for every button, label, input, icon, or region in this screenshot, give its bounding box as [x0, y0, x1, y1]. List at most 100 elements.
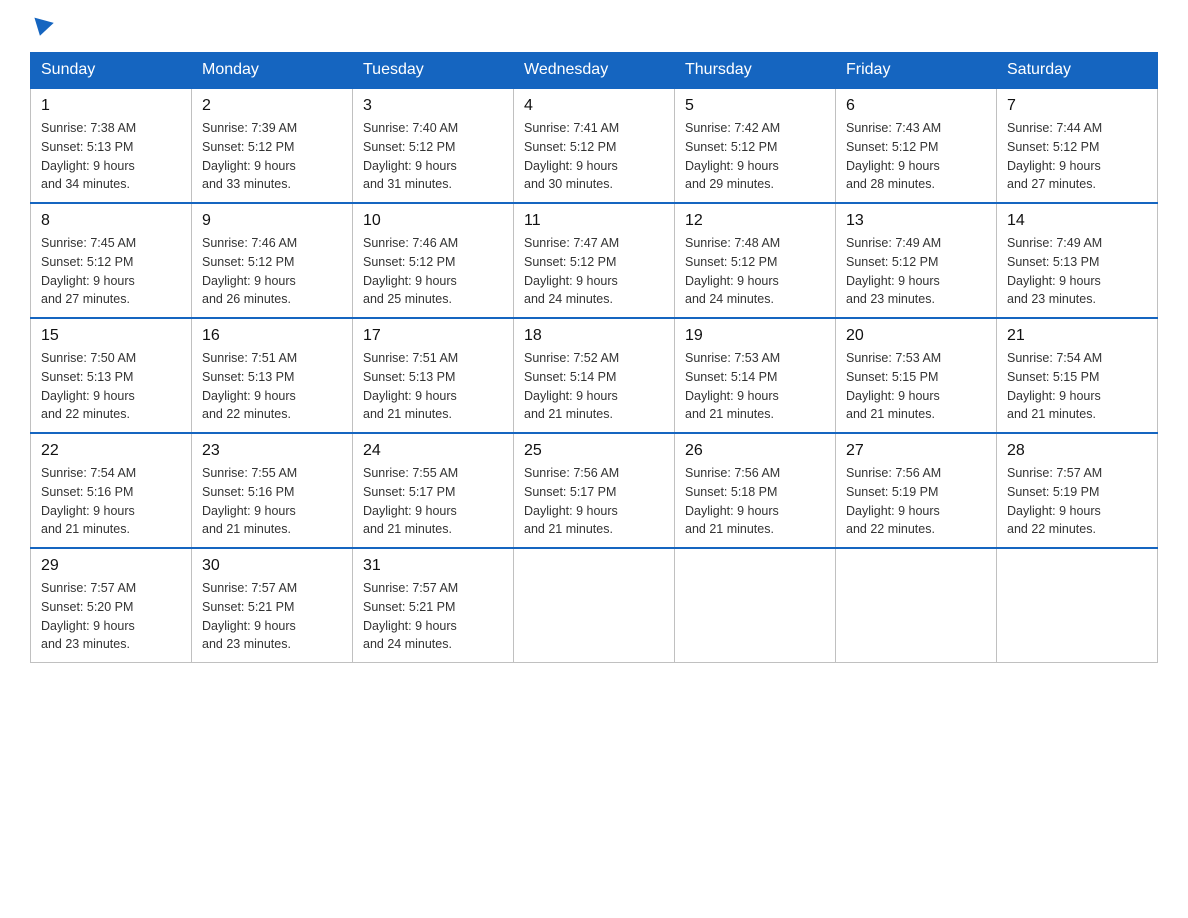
day-number: 10: [363, 212, 503, 230]
day-number: 20: [846, 327, 986, 345]
day-info: Sunrise: 7:55 AMSunset: 5:16 PMDaylight:…: [202, 464, 342, 539]
calendar-week-row: 22 Sunrise: 7:54 AMSunset: 5:16 PMDaylig…: [31, 433, 1158, 548]
calendar-day-cell: 24 Sunrise: 7:55 AMSunset: 5:17 PMDaylig…: [353, 433, 514, 548]
day-info: Sunrise: 7:51 AMSunset: 5:13 PMDaylight:…: [202, 349, 342, 424]
calendar-header-friday: Friday: [836, 53, 997, 89]
calendar-day-cell: 19 Sunrise: 7:53 AMSunset: 5:14 PMDaylig…: [675, 318, 836, 433]
day-number: 17: [363, 327, 503, 345]
day-info: Sunrise: 7:43 AMSunset: 5:12 PMDaylight:…: [846, 119, 986, 194]
page-header: [30, 20, 1158, 34]
day-number: 28: [1007, 442, 1147, 460]
calendar-day-cell: 15 Sunrise: 7:50 AMSunset: 5:13 PMDaylig…: [31, 318, 192, 433]
calendar-day-cell: 8 Sunrise: 7:45 AMSunset: 5:12 PMDayligh…: [31, 203, 192, 318]
day-info: Sunrise: 7:49 AMSunset: 5:12 PMDaylight:…: [846, 234, 986, 309]
day-number: 23: [202, 442, 342, 460]
calendar-day-cell: 1 Sunrise: 7:38 AMSunset: 5:13 PMDayligh…: [31, 88, 192, 203]
day-number: 14: [1007, 212, 1147, 230]
day-info: Sunrise: 7:56 AMSunset: 5:18 PMDaylight:…: [685, 464, 825, 539]
calendar-header-thursday: Thursday: [675, 53, 836, 89]
calendar-header-tuesday: Tuesday: [353, 53, 514, 89]
day-number: 18: [524, 327, 664, 345]
day-info: Sunrise: 7:46 AMSunset: 5:12 PMDaylight:…: [363, 234, 503, 309]
day-number: 19: [685, 327, 825, 345]
day-info: Sunrise: 7:52 AMSunset: 5:14 PMDaylight:…: [524, 349, 664, 424]
calendar-empty-cell: [997, 548, 1158, 663]
calendar-empty-cell: [836, 548, 997, 663]
day-info: Sunrise: 7:57 AMSunset: 5:21 PMDaylight:…: [363, 579, 503, 654]
calendar-day-cell: 29 Sunrise: 7:57 AMSunset: 5:20 PMDaylig…: [31, 548, 192, 663]
day-number: 13: [846, 212, 986, 230]
day-number: 2: [202, 97, 342, 115]
day-info: Sunrise: 7:57 AMSunset: 5:20 PMDaylight:…: [41, 579, 181, 654]
logo: [30, 20, 52, 34]
calendar-day-cell: 2 Sunrise: 7:39 AMSunset: 5:12 PMDayligh…: [192, 88, 353, 203]
calendar-day-cell: 4 Sunrise: 7:41 AMSunset: 5:12 PMDayligh…: [514, 88, 675, 203]
calendar-day-cell: 31 Sunrise: 7:57 AMSunset: 5:21 PMDaylig…: [353, 548, 514, 663]
calendar-day-cell: 3 Sunrise: 7:40 AMSunset: 5:12 PMDayligh…: [353, 88, 514, 203]
day-info: Sunrise: 7:57 AMSunset: 5:21 PMDaylight:…: [202, 579, 342, 654]
calendar-week-row: 15 Sunrise: 7:50 AMSunset: 5:13 PMDaylig…: [31, 318, 1158, 433]
calendar-day-cell: 28 Sunrise: 7:57 AMSunset: 5:19 PMDaylig…: [997, 433, 1158, 548]
day-number: 8: [41, 212, 181, 230]
calendar-header-sunday: Sunday: [31, 53, 192, 89]
calendar-day-cell: 12 Sunrise: 7:48 AMSunset: 5:12 PMDaylig…: [675, 203, 836, 318]
day-info: Sunrise: 7:46 AMSunset: 5:12 PMDaylight:…: [202, 234, 342, 309]
calendar-table: SundayMondayTuesdayWednesdayThursdayFrid…: [30, 52, 1158, 663]
calendar-day-cell: 23 Sunrise: 7:55 AMSunset: 5:16 PMDaylig…: [192, 433, 353, 548]
calendar-day-cell: 27 Sunrise: 7:56 AMSunset: 5:19 PMDaylig…: [836, 433, 997, 548]
calendar-header-saturday: Saturday: [997, 53, 1158, 89]
calendar-day-cell: 25 Sunrise: 7:56 AMSunset: 5:17 PMDaylig…: [514, 433, 675, 548]
calendar-day-cell: 7 Sunrise: 7:44 AMSunset: 5:12 PMDayligh…: [997, 88, 1158, 203]
day-number: 9: [202, 212, 342, 230]
day-number: 5: [685, 97, 825, 115]
day-info: Sunrise: 7:54 AMSunset: 5:16 PMDaylight:…: [41, 464, 181, 539]
calendar-day-cell: 22 Sunrise: 7:54 AMSunset: 5:16 PMDaylig…: [31, 433, 192, 548]
calendar-day-cell: 26 Sunrise: 7:56 AMSunset: 5:18 PMDaylig…: [675, 433, 836, 548]
calendar-day-cell: 30 Sunrise: 7:57 AMSunset: 5:21 PMDaylig…: [192, 548, 353, 663]
calendar-day-cell: 5 Sunrise: 7:42 AMSunset: 5:12 PMDayligh…: [675, 88, 836, 203]
day-info: Sunrise: 7:41 AMSunset: 5:12 PMDaylight:…: [524, 119, 664, 194]
day-number: 26: [685, 442, 825, 460]
day-info: Sunrise: 7:51 AMSunset: 5:13 PMDaylight:…: [363, 349, 503, 424]
day-info: Sunrise: 7:45 AMSunset: 5:12 PMDaylight:…: [41, 234, 181, 309]
day-number: 12: [685, 212, 825, 230]
day-number: 7: [1007, 97, 1147, 115]
day-number: 30: [202, 557, 342, 575]
calendar-day-cell: 20 Sunrise: 7:53 AMSunset: 5:15 PMDaylig…: [836, 318, 997, 433]
day-number: 11: [524, 212, 664, 230]
calendar-header-monday: Monday: [192, 53, 353, 89]
calendar-empty-cell: [675, 548, 836, 663]
calendar-day-cell: 16 Sunrise: 7:51 AMSunset: 5:13 PMDaylig…: [192, 318, 353, 433]
day-info: Sunrise: 7:53 AMSunset: 5:15 PMDaylight:…: [846, 349, 986, 424]
calendar-empty-cell: [514, 548, 675, 663]
day-info: Sunrise: 7:48 AMSunset: 5:12 PMDaylight:…: [685, 234, 825, 309]
day-number: 3: [363, 97, 503, 115]
day-info: Sunrise: 7:47 AMSunset: 5:12 PMDaylight:…: [524, 234, 664, 309]
day-number: 16: [202, 327, 342, 345]
day-info: Sunrise: 7:38 AMSunset: 5:13 PMDaylight:…: [41, 119, 181, 194]
calendar-week-row: 29 Sunrise: 7:57 AMSunset: 5:20 PMDaylig…: [31, 548, 1158, 663]
calendar-day-cell: 9 Sunrise: 7:46 AMSunset: 5:12 PMDayligh…: [192, 203, 353, 318]
day-info: Sunrise: 7:56 AMSunset: 5:19 PMDaylight:…: [846, 464, 986, 539]
calendar-week-row: 8 Sunrise: 7:45 AMSunset: 5:12 PMDayligh…: [31, 203, 1158, 318]
day-info: Sunrise: 7:53 AMSunset: 5:14 PMDaylight:…: [685, 349, 825, 424]
calendar-day-cell: 6 Sunrise: 7:43 AMSunset: 5:12 PMDayligh…: [836, 88, 997, 203]
day-number: 31: [363, 557, 503, 575]
day-info: Sunrise: 7:42 AMSunset: 5:12 PMDaylight:…: [685, 119, 825, 194]
calendar-header-row: SundayMondayTuesdayWednesdayThursdayFrid…: [31, 53, 1158, 89]
day-number: 21: [1007, 327, 1147, 345]
day-info: Sunrise: 7:44 AMSunset: 5:12 PMDaylight:…: [1007, 119, 1147, 194]
calendar-week-row: 1 Sunrise: 7:38 AMSunset: 5:13 PMDayligh…: [31, 88, 1158, 203]
day-number: 25: [524, 442, 664, 460]
day-info: Sunrise: 7:50 AMSunset: 5:13 PMDaylight:…: [41, 349, 181, 424]
calendar-header-wednesday: Wednesday: [514, 53, 675, 89]
calendar-day-cell: 11 Sunrise: 7:47 AMSunset: 5:12 PMDaylig…: [514, 203, 675, 318]
day-info: Sunrise: 7:57 AMSunset: 5:19 PMDaylight:…: [1007, 464, 1147, 539]
day-number: 1: [41, 97, 181, 115]
day-number: 6: [846, 97, 986, 115]
calendar-day-cell: 18 Sunrise: 7:52 AMSunset: 5:14 PMDaylig…: [514, 318, 675, 433]
day-info: Sunrise: 7:39 AMSunset: 5:12 PMDaylight:…: [202, 119, 342, 194]
day-info: Sunrise: 7:40 AMSunset: 5:12 PMDaylight:…: [363, 119, 503, 194]
day-info: Sunrise: 7:55 AMSunset: 5:17 PMDaylight:…: [363, 464, 503, 539]
day-number: 4: [524, 97, 664, 115]
